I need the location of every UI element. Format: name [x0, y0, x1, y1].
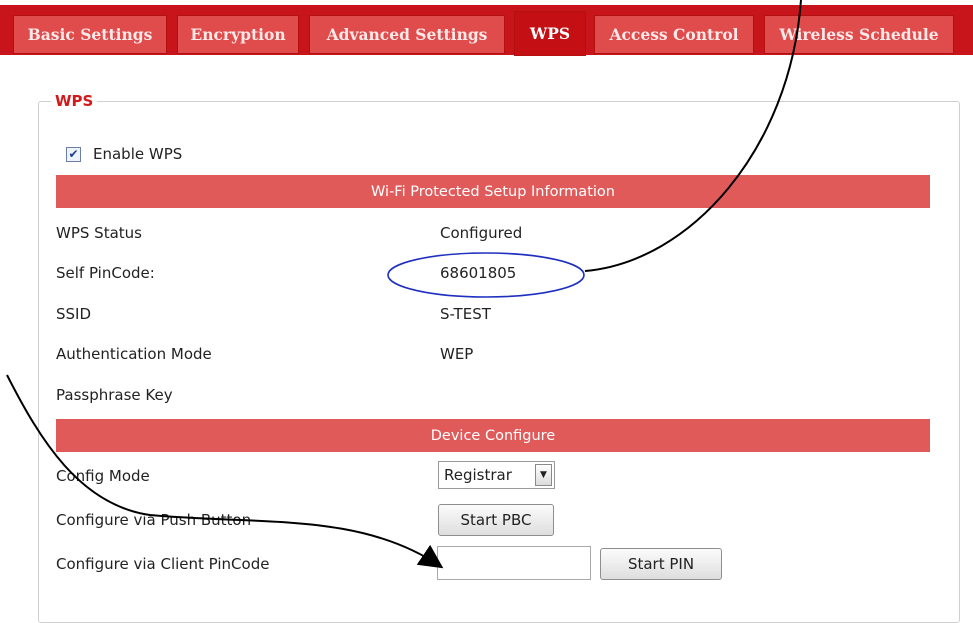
annotation-overlay [6, 0, 802, 569]
client-pincode-arrow [6, 374, 444, 569]
pincode-callout-curve [584, 0, 802, 272]
pincode-highlight-ellipse [387, 252, 585, 298]
